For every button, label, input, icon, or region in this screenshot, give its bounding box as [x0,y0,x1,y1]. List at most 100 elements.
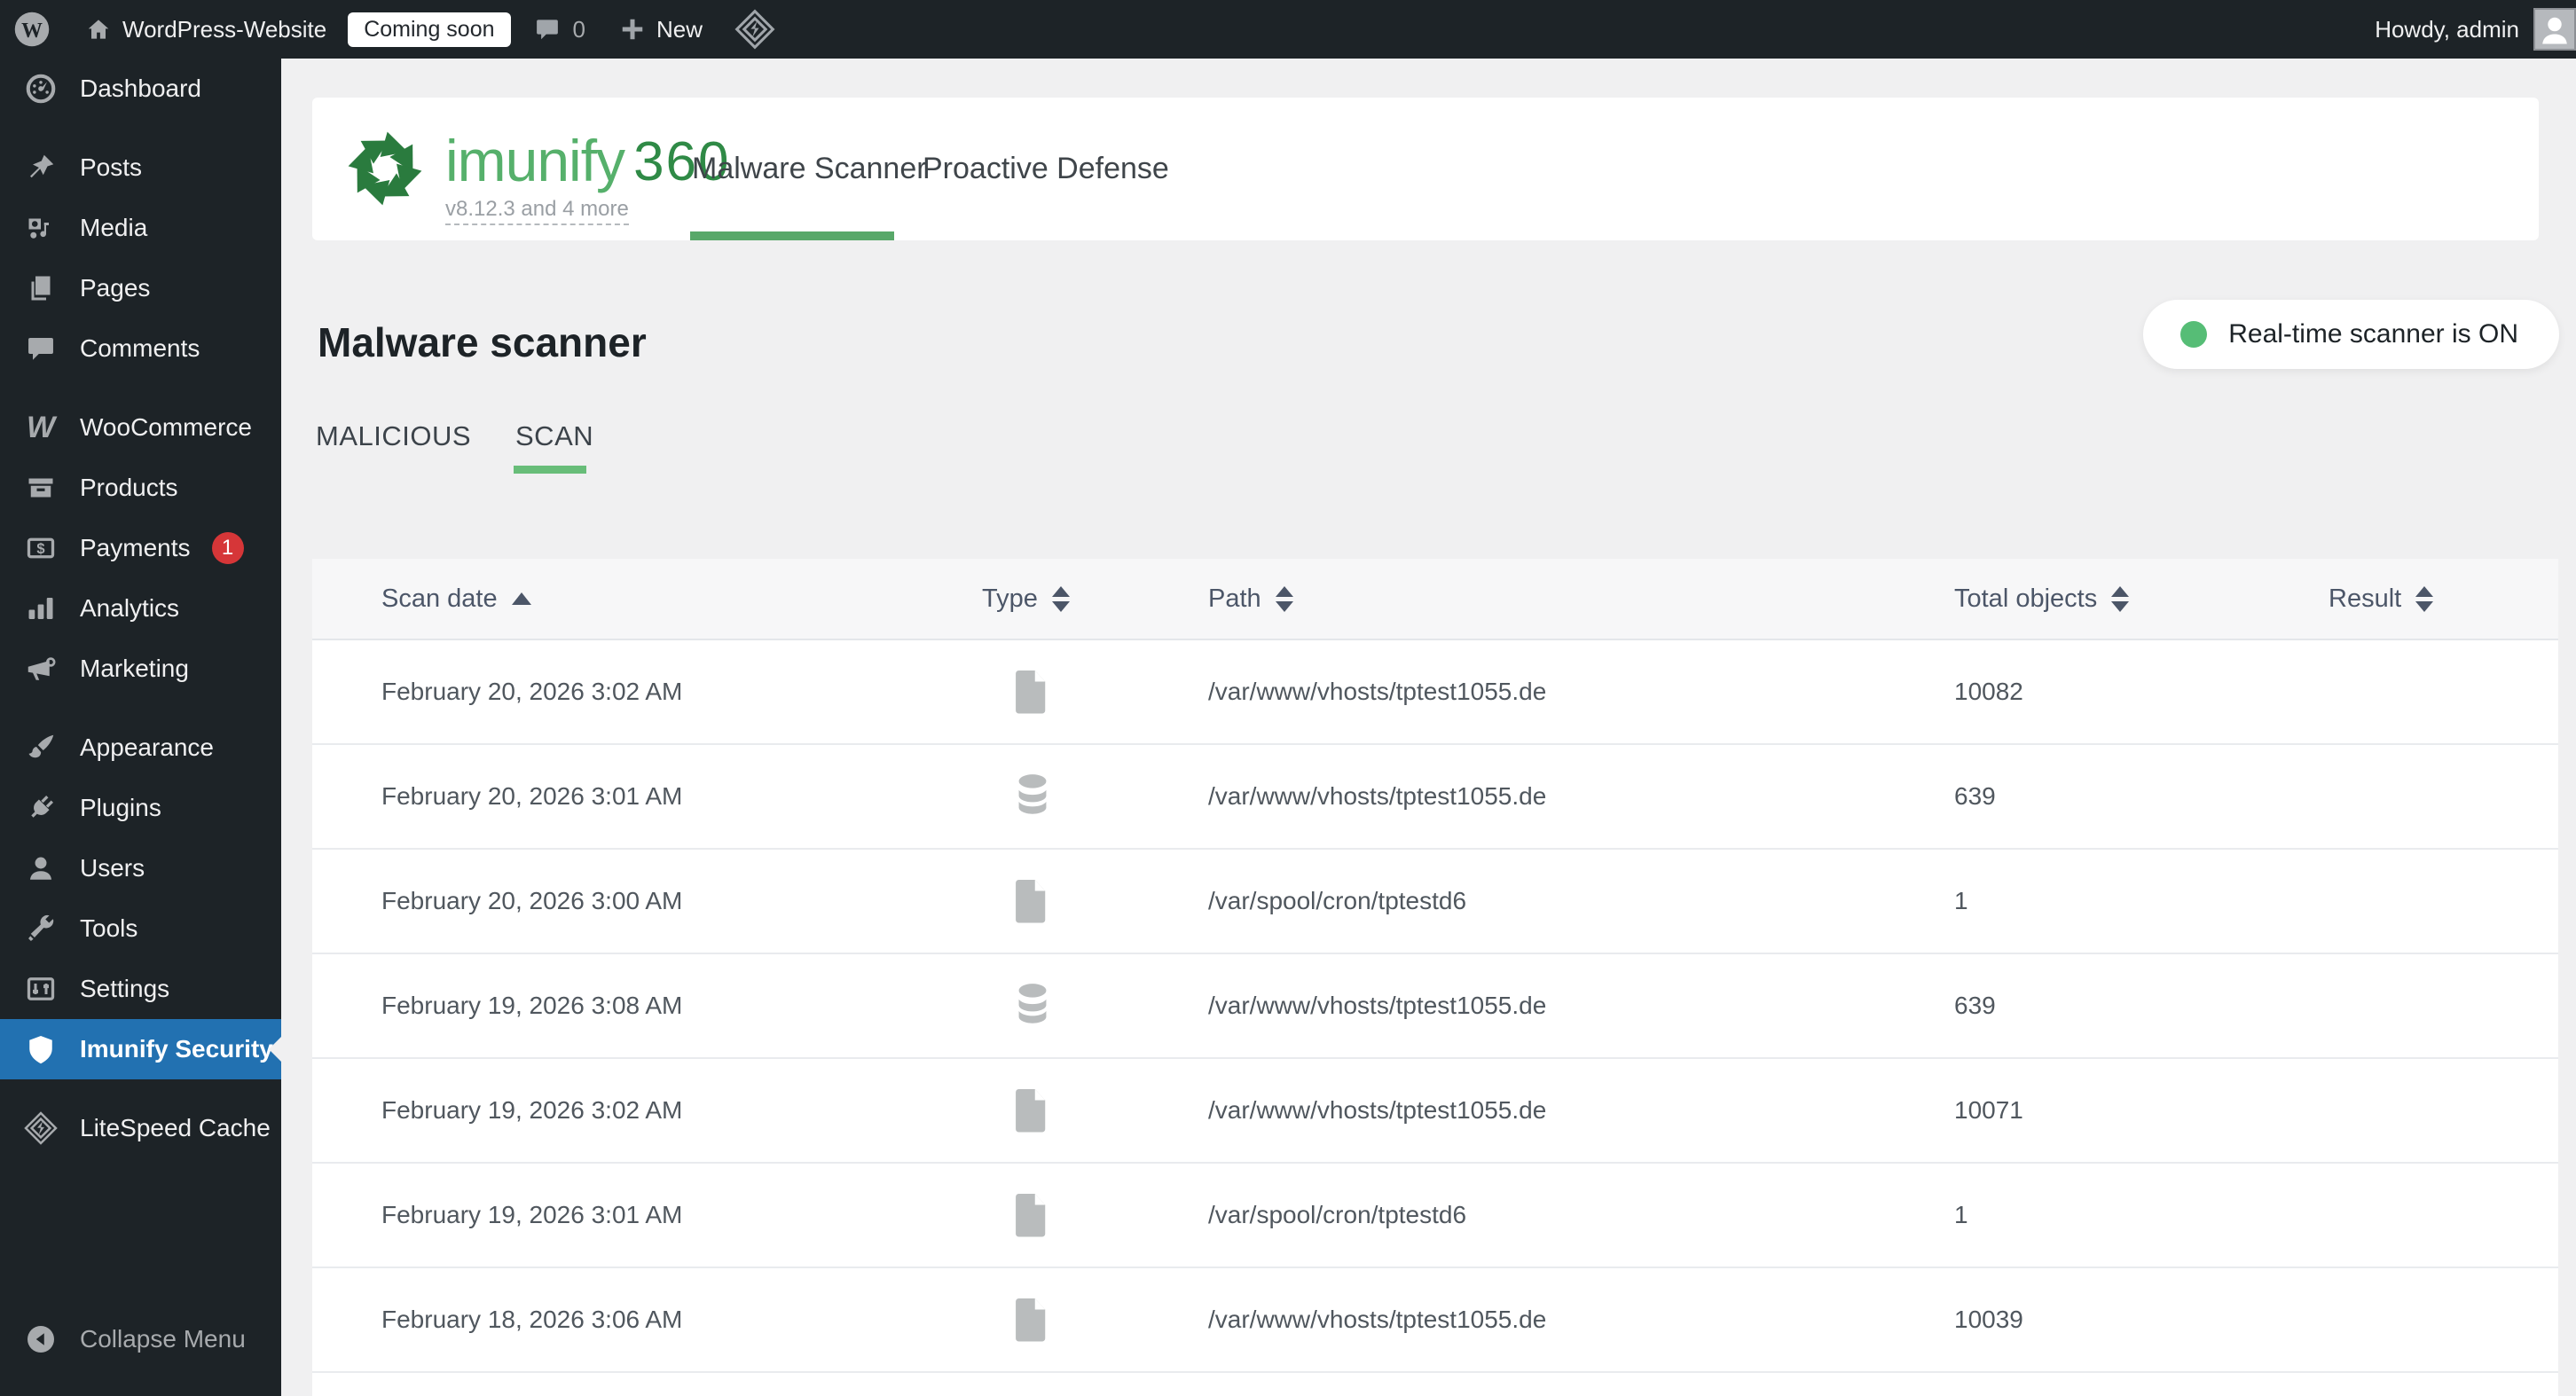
sort-icon [1275,585,1293,612]
database-icon [1018,774,1047,814]
table-row[interactable]: February 19, 2026 3:01 AM /var/spool/cro… [312,1164,2558,1268]
sort-asc-icon [511,592,531,605]
total-objects-cell: 10039 [1954,1306,2023,1333]
sidebar-item-label: Posts [80,153,143,181]
sidebar-item-label: WooCommerce [80,413,252,441]
sidebar-item-dashboard[interactable]: Dashboard [0,59,281,119]
sort-icon [1051,585,1070,612]
table-row[interactable]: February 20, 2026 3:00 AM /var/spool/cro… [312,850,2558,954]
sidebar-item-appearance[interactable]: Appearance [0,718,281,778]
column-header-type[interactable]: Type [982,584,1208,614]
status-dot-icon [2180,321,2208,348]
wordpress-logo[interactable]: W [12,0,51,59]
version-link[interactable]: v8.12.3 and 4 more [445,195,629,226]
comment-bubble-icon [536,20,558,40]
sidebar-item-label: Dashboard [80,75,201,102]
imunify-logo: imunify 360 v8.12.3 and 4 more [344,124,731,226]
type-cell [982,1190,1208,1240]
sidebar-item-label: LiteSpeed Cache [80,1114,271,1141]
scan-date-cell: February 19, 2026 3:02 AM [381,1096,683,1124]
sidebar-item-label: Pages [80,274,151,302]
database-icon [1018,984,1047,1023]
brand-name: imunify [445,128,625,193]
sidebar-item-marketing[interactable]: Marketing [0,639,281,699]
path-cell: /var/spool/cron/tptestd6 [1208,887,1467,914]
table-row[interactable]: February 19, 2026 3:02 AM /var/www/vhost… [312,1059,2558,1164]
sidebar-item-products[interactable]: Products [0,458,281,518]
tab-malware-scanner[interactable]: Malware Scanner [692,98,927,240]
coming-soon-badge: Coming soon [348,12,511,47]
sidebar-item-settings[interactable]: Settings [0,959,281,1019]
sidebar-item-users[interactable]: Users [0,838,281,898]
subtab-scan[interactable]: SCAN [515,420,593,452]
table-row[interactable]: February 18, 2026 3:06 AM /var/www/vhost… [312,1268,2558,1373]
file-icon [1016,1089,1046,1133]
comments-icon [23,331,59,366]
new-label: New [656,15,703,43]
sidebar-item-label: Settings [80,975,170,1002]
sidebar-item-pages[interactable]: Pages [0,258,281,318]
page-title: Malware scanner [318,319,647,365]
analytics-icon [23,591,59,626]
type-cell [982,876,1208,926]
scan-date-cell: February 20, 2026 3:00 AM [381,887,683,914]
type-cell [982,1295,1208,1345]
site-link[interactable]: WordPress-Website [85,0,326,59]
sidebar-item-payments[interactable]: $ Payments 1 [0,518,281,578]
sidebar-item-posts[interactable]: Posts [0,137,281,198]
media-icon [23,210,59,246]
payments-icon: $ [23,530,59,566]
settings-icon [23,971,59,1007]
path-cell: /var/www/vhosts/tptest1055.de [1208,992,1547,1019]
litespeed-icon [734,9,775,50]
total-objects-cell: 639 [1954,992,1996,1019]
payments-count-badge: 1 [211,532,244,564]
sidebar-item-imunify-security[interactable]: Imunify Security [0,1019,281,1079]
sort-icon [2111,585,2130,612]
new-content-button[interactable]: New [619,0,703,59]
sidebar-item-label: Analytics [80,594,180,622]
admin-bar: W WordPress-Website Coming soon 0 New Ho… [0,0,2576,59]
column-header-path[interactable]: Path [1208,584,1954,614]
litespeed-toolbar-button[interactable] [734,0,775,59]
account-menu[interactable]: Howdy, admin [2375,0,2576,59]
type-cell [982,979,1208,1032]
total-objects-cell: 1 [1954,887,1968,914]
sidebar-item-tools[interactable]: Tools [0,898,281,959]
comments-link[interactable]: 0 [534,0,585,59]
sidebar-item-plugins[interactable]: Plugins [0,778,281,838]
subtab-malicious[interactable]: MALICIOUS [316,420,471,452]
sidebar-item-litespeed-cache[interactable]: LiteSpeed Cache [0,1098,281,1158]
sidebar-item-woocommerce[interactable]: W WooCommerce [0,397,281,458]
shield-icon [23,1031,59,1067]
column-header-result[interactable]: Result [2329,584,2558,614]
sidebar-item-comments[interactable]: Comments [0,318,281,379]
sidebar-item-label: Marketing [80,655,189,682]
scan-date-cell: February 19, 2026 3:08 AM [381,992,683,1019]
table-row[interactable]: February 19, 2026 3:08 AM /var/www/vhost… [312,954,2558,1059]
megaphone-icon [23,651,59,686]
collapse-menu-button[interactable]: Collapse Menu [0,1309,281,1369]
sidebar-item-media[interactable]: Media [0,198,281,258]
table-row[interactable]: February 20, 2026 3:01 AM /var/www/vhost… [312,745,2558,850]
home-icon [88,20,109,39]
sidebar-item-analytics[interactable]: Analytics [0,578,281,639]
table-row[interactable]: February 20, 2026 3:02 AM /var/www/vhost… [312,640,2558,745]
imunify-header-card: imunify 360 v8.12.3 and 4 more Malware S… [312,98,2539,240]
sidebar-item-label: Payments [80,534,191,561]
sidebar-item-label: Plugins [80,794,161,821]
scan-date-cell: February 18, 2026 3:06 AM [381,1306,683,1333]
scan-date-cell: February 20, 2026 3:01 AM [381,782,683,810]
path-cell: /var/www/vhosts/tptest1055.de [1208,1096,1547,1124]
sidebar-item-label: Products [80,474,178,501]
litespeed-icon [23,1110,59,1146]
path-cell: /var/www/vhosts/tptest1055.de [1208,1306,1547,1333]
column-header-total-objects[interactable]: Total objects [1954,584,2329,614]
sidebar-item-label: Media [80,214,148,241]
file-icon [1016,880,1046,923]
file-icon [1016,671,1046,714]
howdy-text: Howdy, admin [2375,15,2519,43]
tab-proactive-defense[interactable]: Proactive Defense [923,98,1169,240]
comment-count: 0 [572,15,585,43]
column-header-scan-date[interactable]: Scan date [312,584,982,614]
